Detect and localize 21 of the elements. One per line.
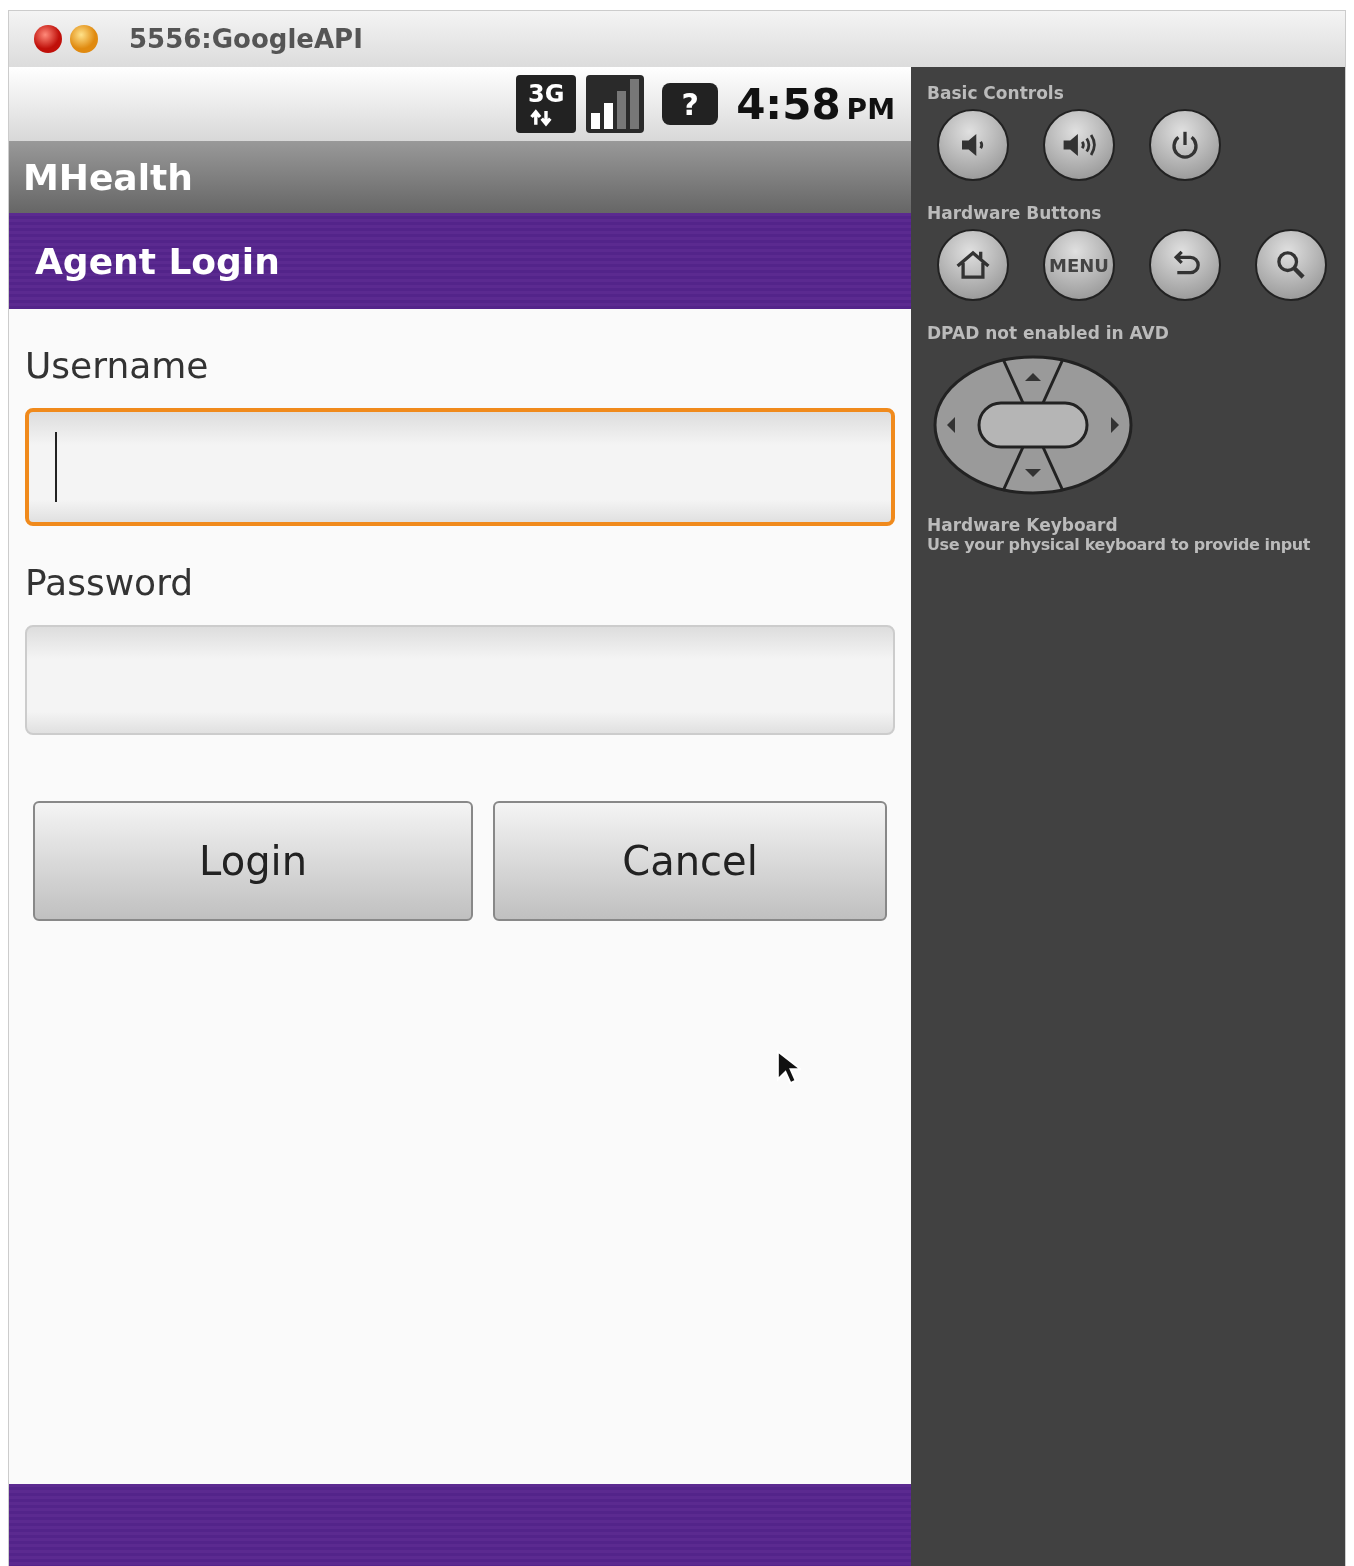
section-title: Hardware Buttons [927,203,1103,223]
section-title: Hardware Keyboard [927,515,1119,535]
battery-indicator: ? [662,83,719,125]
close-button[interactable] [33,24,63,54]
section-title: DPAD not enabled in AVD [927,323,1170,343]
app-title: MHealth [23,156,193,198]
section-title: Basic Controls [927,83,1065,103]
window-title: 5556:GoogleAPI [129,24,363,54]
menu-button[interactable]: MENU [1043,229,1115,301]
dpad-control[interactable] [933,355,1133,495]
form-button[interactable]: Login [33,801,474,921]
field-label: Password [25,562,195,603]
section-text: Use your physical keyboard to provide input [927,535,1311,554]
input-field[interactable] [25,408,895,526]
clock: 4:58 PM [736,79,895,129]
form-button[interactable]: Cancel [493,801,887,921]
screen-title: Agent Login [35,240,280,282]
field-label: Username [25,345,210,386]
network-indicator: 3G [516,75,577,133]
signal-icon [586,75,645,133]
input-field[interactable] [25,625,895,735]
